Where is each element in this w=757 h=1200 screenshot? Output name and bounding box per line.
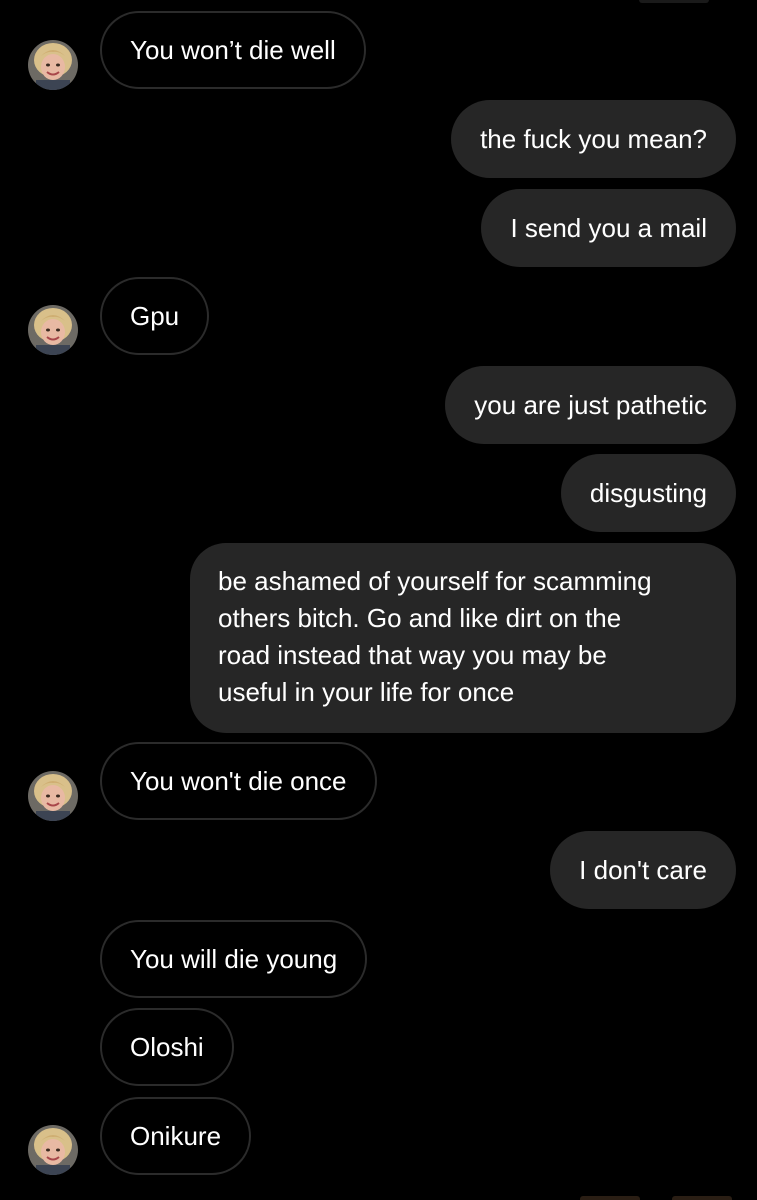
message-bubble-incoming[interactable]: Oloshi: [100, 1008, 234, 1086]
message-text-line: road instead that way you may be: [218, 640, 607, 670]
message-bubble-outgoing[interactable]: I don't care: [550, 831, 736, 909]
avatar-icon: [28, 771, 78, 821]
message-text: You won’t die well: [130, 35, 336, 65]
message-text-line: be ashamed of yourself for scamming: [218, 566, 652, 596]
message-text: You won't die once: [130, 766, 347, 796]
contact-avatar[interactable]: [28, 40, 78, 90]
message-bubble-outgoing[interactable]: disgusting: [560, 454, 736, 532]
message-bubble-incoming[interactable]: Gpu: [100, 277, 210, 355]
avatar-icon: [28, 40, 78, 90]
message-text: Onikure: [130, 1121, 222, 1151]
message-bubble-incoming[interactable]: You won't die once: [100, 742, 377, 820]
cropped-bubble-edge: [639, 0, 709, 3]
message-bubble-outgoing[interactable]: be ashamed of yourself for scamming othe…: [190, 543, 736, 733]
message-bubble-outgoing[interactable]: the fuck you mean?: [451, 100, 736, 178]
message-text: I send you a mail: [510, 213, 707, 243]
contact-avatar[interactable]: [28, 305, 78, 355]
message-bubble-incoming[interactable]: Onikure: [100, 1097, 252, 1175]
message-text: You will die young: [130, 944, 338, 974]
message-bubble-outgoing[interactable]: you are just pathetic: [445, 366, 736, 444]
message-text: Oloshi: [130, 1032, 204, 1062]
message-text-line: useful in your life for once: [218, 677, 515, 707]
message-text: the fuck you mean?: [480, 124, 707, 154]
message-bubble-incoming[interactable]: You won’t die well: [100, 11, 366, 89]
cropped-element-edge: [672, 1196, 732, 1200]
message-text: I don't care: [579, 855, 707, 885]
contact-avatar[interactable]: [28, 771, 78, 821]
avatar-icon: [28, 1125, 78, 1175]
cropped-element-edge: [580, 1196, 640, 1200]
message-bubble-outgoing[interactable]: I send you a mail: [481, 189, 736, 267]
contact-avatar[interactable]: [28, 1125, 78, 1175]
message-text-line: others bitch. Go and like dirt on the: [218, 603, 622, 633]
message-bubble-incoming[interactable]: You will die young: [100, 920, 368, 998]
message-text: you are just pathetic: [474, 390, 707, 420]
avatar-icon: [28, 305, 78, 355]
message-text: disgusting: [589, 478, 707, 508]
message-text: Gpu: [130, 301, 180, 331]
